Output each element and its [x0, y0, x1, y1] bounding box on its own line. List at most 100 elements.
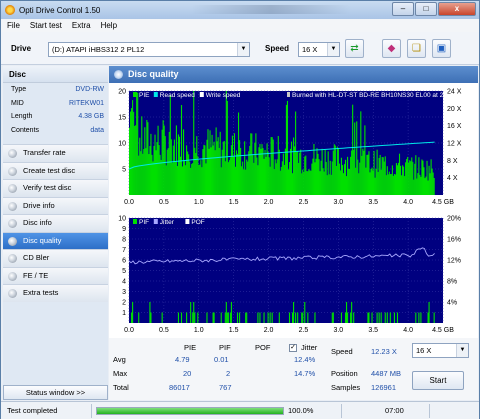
- nav-fe-te[interactable]: FE / TE: [3, 266, 108, 284]
- pie-bar: [311, 163, 313, 195]
- pie-bar: [279, 170, 281, 195]
- position-value: 4487 MB: [371, 369, 402, 378]
- pie-bar: [390, 174, 392, 195]
- pif-bar: [197, 312, 199, 323]
- pie-bar: [163, 125, 165, 195]
- menu-extra[interactable]: Extra: [72, 21, 91, 30]
- total-pif: 767: [219, 383, 232, 392]
- pie-bar: [301, 173, 303, 195]
- window-title: Opti Drive Control 1.50: [19, 5, 101, 15]
- close-button[interactable]: x: [438, 2, 476, 16]
- pif-bar: [220, 312, 222, 323]
- disc-icon: [8, 184, 17, 193]
- nav-drive-info[interactable]: Drive info: [3, 196, 108, 214]
- pie-bar: [252, 154, 254, 195]
- jitter-checkbox[interactable]: ✓: [289, 344, 297, 352]
- pie-bar: [334, 145, 336, 195]
- pie-bar: [369, 172, 371, 195]
- pie-bar: [423, 167, 425, 195]
- pie-bar: [289, 148, 292, 195]
- nav-verify-test-disc[interactable]: Verify test disc: [3, 179, 108, 197]
- status-separator: [429, 404, 430, 418]
- pie-bar: [190, 167, 192, 195]
- pie-bar: [149, 146, 151, 195]
- nav-extra-tests[interactable]: Extra tests: [3, 284, 108, 302]
- pie-bar: [388, 171, 390, 195]
- pie-bar: [134, 126, 136, 195]
- refresh-icon: ⇄: [350, 43, 359, 54]
- pie-bar: [366, 154, 368, 195]
- pie-bar: [238, 112, 240, 195]
- start-button[interactable]: Start: [412, 371, 464, 390]
- minimize-button[interactable]: –: [392, 2, 414, 16]
- disc-quality-panel: Disc quality 0.0 0.5 1.0 1.5 2.0 2.5 3.0 3.5 4.0…: [109, 66, 478, 400]
- pif-bar: [288, 312, 291, 323]
- menu-bar: File Start test Extra Help: [1, 19, 479, 32]
- x-tick-label: 4.5 GB: [432, 199, 454, 206]
- maximize-button[interactable]: □: [415, 2, 437, 16]
- nav-transfer-rate[interactable]: Transfer rate: [3, 144, 108, 162]
- y-tick-label: 20: [118, 89, 126, 96]
- copy-icon: ❏: [412, 43, 421, 54]
- test-speed-select[interactable]: 16 X ▼: [412, 343, 469, 358]
- pif-bar: [180, 312, 183, 323]
- sidebar: Disc Type DVD-RW MID RITEKW01 Length 4.38 G…: [3, 66, 108, 400]
- pie-bar: [332, 150, 334, 195]
- copy-button[interactable]: ❏: [407, 39, 426, 58]
- pie-bar: [402, 165, 404, 195]
- pie-bar: [255, 133, 257, 195]
- speed-select[interactable]: 16 X ▼: [298, 42, 340, 57]
- nav-label: Drive info: [23, 200, 55, 210]
- pie-bar: [191, 164, 193, 195]
- nav-cd-bler[interactable]: CD Bler: [3, 249, 108, 267]
- pie-bar: [322, 168, 324, 195]
- pif-bar: [396, 312, 399, 323]
- pie-bar: [418, 157, 420, 195]
- nav-create-test-disc[interactable]: Create test disc: [3, 161, 108, 179]
- pif-bar: [212, 312, 214, 323]
- pie-bar: [403, 166, 405, 195]
- save-button[interactable]: ▣: [432, 39, 451, 58]
- pie-bar: [430, 159, 432, 195]
- pif-bar: [331, 312, 333, 323]
- status-window-button[interactable]: Status window >>: [3, 385, 108, 400]
- pif-bar: [246, 312, 248, 323]
- menu-help[interactable]: Help: [101, 21, 117, 30]
- pie-bar: [223, 141, 225, 195]
- refresh-button[interactable]: ⇄: [345, 39, 364, 58]
- pie-bar: [265, 156, 267, 195]
- pie-bar: [413, 179, 415, 195]
- pie-bar: [181, 166, 184, 195]
- pie-bar: [287, 169, 290, 195]
- pie-bar: [175, 125, 177, 195]
- x-tick-label: 4.0: [403, 327, 413, 334]
- menu-file[interactable]: File: [7, 21, 20, 30]
- disc-info-value: 4.38 GB: [78, 113, 104, 120]
- nav-disc-info[interactable]: Disc info: [3, 214, 108, 232]
- nav-disc-quality[interactable]: Disc quality: [3, 231, 108, 249]
- pie-bar: [184, 160, 186, 195]
- drive-select[interactable]: (D:) ATAPI iHBS312 2 PL12 ▼: [48, 42, 250, 57]
- pie-bar: [372, 170, 374, 195]
- pie-bar: [263, 158, 265, 195]
- pie-bar: [142, 153, 144, 195]
- pie-bar: [382, 157, 384, 195]
- pie-bar: [342, 173, 345, 195]
- pie-bar: [137, 92, 139, 195]
- erase-button[interactable]: ◆: [382, 39, 401, 58]
- pie-bar: [288, 162, 291, 195]
- x-tick-label: 3.0: [333, 327, 343, 334]
- menu-start-test[interactable]: Start test: [30, 21, 62, 30]
- disc-icon: [8, 289, 17, 298]
- pie-bar: [164, 136, 166, 195]
- app-window: Opti Drive Control 1.50 – □ x File Start…: [0, 0, 480, 419]
- pie-bar: [210, 147, 212, 195]
- x-tick-label: 4.5 GB: [432, 327, 454, 334]
- pie-bar: [217, 137, 219, 195]
- nav-label: Disc quality: [23, 235, 62, 245]
- status-text: Test completed: [7, 406, 58, 415]
- pie-bar: [220, 167, 222, 195]
- pie-bar: [272, 139, 274, 195]
- pie-bar: [264, 149, 266, 195]
- y2-tick-label: 8 X: [447, 158, 458, 165]
